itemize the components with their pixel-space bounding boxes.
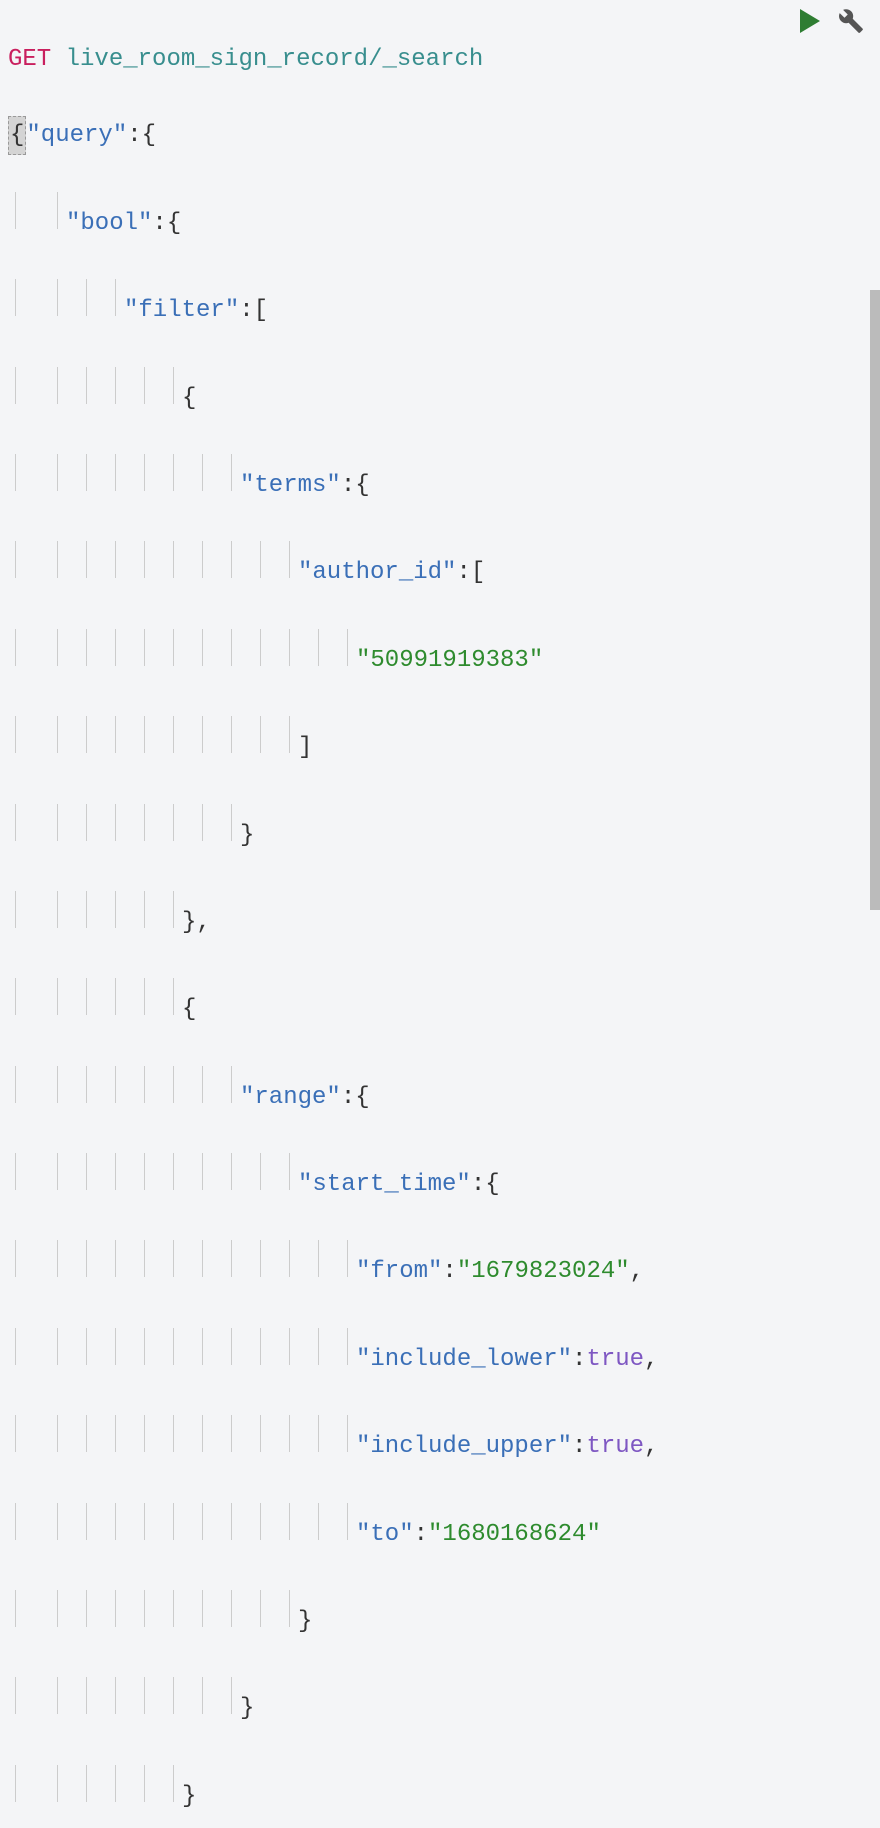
include-upper-value: true	[586, 1428, 644, 1465]
code-line: {	[8, 367, 872, 417]
include-lower-value: true	[586, 1341, 644, 1378]
request-line: GET live_room_sign_record/_search	[8, 41, 872, 78]
code-line: "include_upper":true,	[8, 1415, 872, 1465]
code-line: "terms":{	[8, 454, 872, 504]
code-line: "start_time":{	[8, 1153, 872, 1203]
code-line: "include_lower":true,	[8, 1328, 872, 1378]
wrench-icon[interactable]	[838, 8, 864, 34]
code-line: "from":"1679823024",	[8, 1240, 872, 1290]
code-line: {"query":{	[8, 116, 872, 155]
endpoint-path: live_room_sign_record/_search	[66, 41, 484, 78]
from-value: "1679823024"	[457, 1253, 630, 1290]
code-line: }	[8, 1677, 872, 1727]
code-editor[interactable]: GET live_room_sign_record/_search {"quer…	[0, 0, 880, 1828]
code-line: "author_id":[	[8, 541, 872, 591]
to-value: "1680168624"	[428, 1516, 601, 1553]
http-method: GET	[8, 41, 51, 78]
code-line: }	[8, 804, 872, 854]
code-line: }	[8, 1765, 872, 1815]
code-line: "bool":{	[8, 192, 872, 242]
code-line: "filter":[	[8, 279, 872, 329]
author-id-value: "50991919383"	[356, 642, 543, 679]
code-line: ]	[8, 716, 872, 766]
code-line: {	[8, 978, 872, 1028]
run-query-button[interactable]	[800, 9, 820, 33]
code-line: "range":{	[8, 1066, 872, 1116]
code-line: "50991919383"	[8, 629, 872, 679]
code-line: },	[8, 891, 872, 941]
code-line: }	[8, 1590, 872, 1640]
code-line: "to":"1680168624"	[8, 1503, 872, 1553]
scrollbar[interactable]	[870, 290, 880, 910]
